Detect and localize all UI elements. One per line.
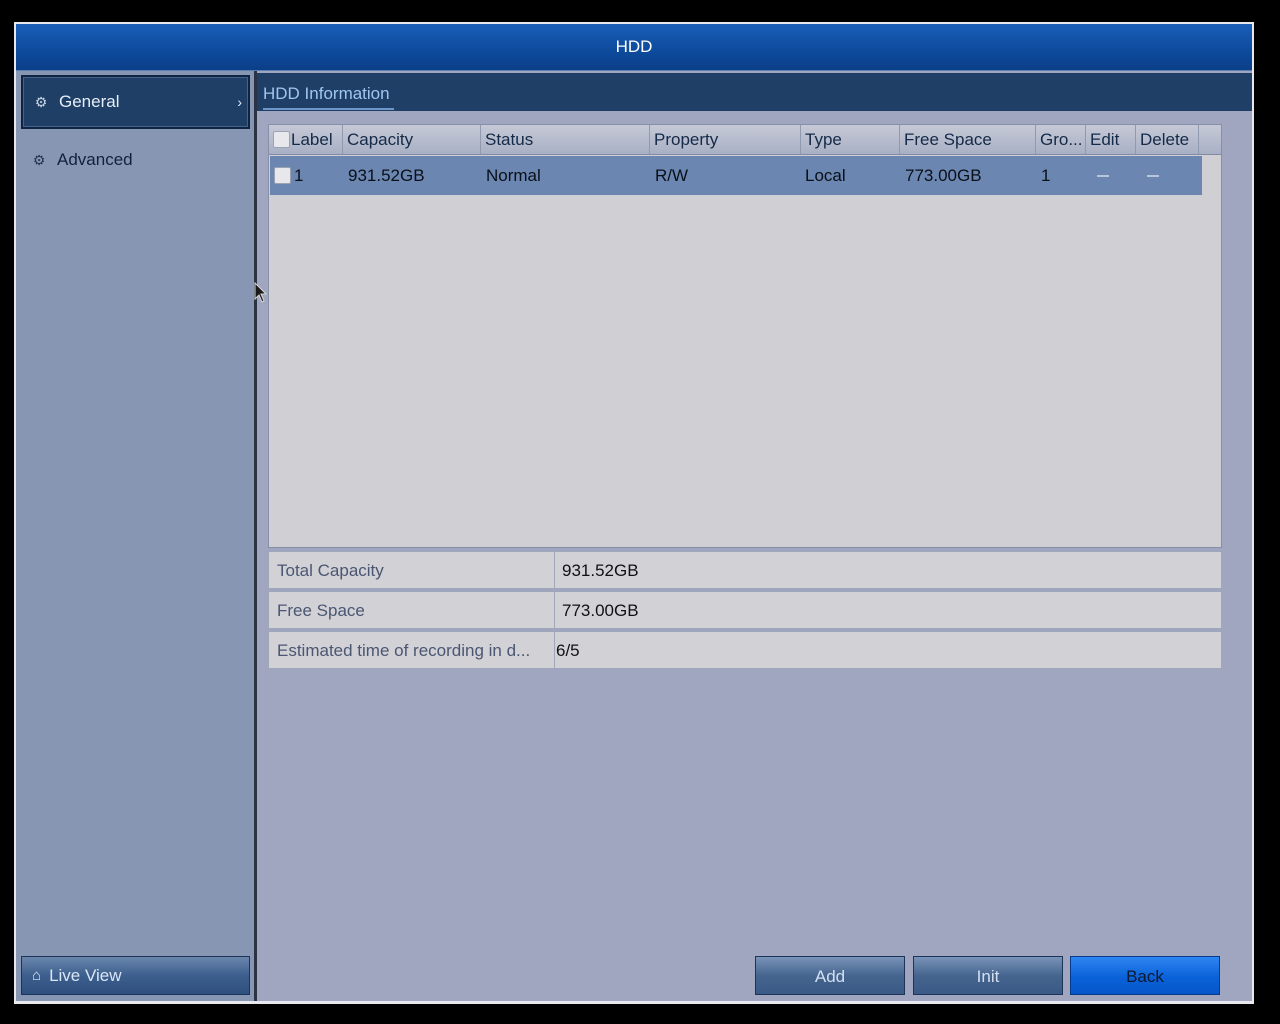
mouse-cursor-icon bbox=[254, 282, 268, 303]
estimated-time-row: Estimated time of recording in d... 6/5 bbox=[268, 631, 1222, 669]
column-label[interactable]: Label bbox=[269, 125, 343, 154]
cell-property: R/W bbox=[655, 166, 689, 185]
cell-label: 1 bbox=[294, 166, 304, 185]
init-button[interactable]: Init bbox=[913, 956, 1063, 995]
chevron-right-icon: › bbox=[237, 94, 242, 110]
estimated-time-value: 6/5 bbox=[554, 631, 1222, 669]
column-capacity[interactable]: Capacity bbox=[343, 125, 481, 154]
total-capacity-value: 931.52GB bbox=[554, 551, 1222, 589]
select-all-checkbox[interactable] bbox=[273, 131, 290, 148]
free-space-value: 773.00GB bbox=[554, 591, 1222, 629]
window-title: HDD bbox=[16, 24, 1252, 71]
back-button[interactable]: Back bbox=[1070, 956, 1220, 995]
free-space-row: Free Space 773.00GB bbox=[268, 591, 1222, 629]
cell-free-space: 773.00GB bbox=[905, 166, 982, 185]
total-capacity-label: Total Capacity bbox=[268, 551, 555, 589]
column-property[interactable]: Property bbox=[650, 125, 801, 154]
add-button[interactable]: Add bbox=[755, 956, 905, 995]
live-view-button[interactable]: ⌂ Live View bbox=[21, 956, 250, 995]
column-group[interactable]: Gro... bbox=[1036, 125, 1086, 154]
live-view-label: Live View bbox=[49, 965, 122, 985]
sidebar-item-advanced[interactable]: ⚙ Advanced bbox=[21, 133, 250, 187]
free-space-label: Free Space bbox=[268, 591, 555, 629]
tab-bar bbox=[257, 73, 1252, 111]
cell-type: Local bbox=[805, 166, 846, 185]
delete-icon[interactable] bbox=[1147, 175, 1159, 177]
gear-advanced-icon: ⚙ bbox=[32, 152, 46, 168]
table-header: Label Capacity Status Property Type Free… bbox=[269, 125, 1221, 155]
home-icon: ⌂ bbox=[32, 967, 42, 984]
row-checkbox[interactable] bbox=[274, 167, 291, 184]
hdd-table: Label Capacity Status Property Type Free… bbox=[268, 124, 1222, 548]
cell-status: Normal bbox=[486, 166, 541, 185]
column-edit[interactable]: Edit bbox=[1086, 125, 1136, 154]
gear-icon: ⚙ bbox=[34, 94, 48, 110]
sidebar: ⚙ General › ⚙ Advanced bbox=[16, 71, 254, 1001]
tab-hdd-information[interactable]: HDD Information bbox=[263, 82, 394, 110]
estimated-time-label: Estimated time of recording in d... bbox=[268, 631, 555, 669]
column-type[interactable]: Type bbox=[801, 125, 900, 154]
edit-icon[interactable] bbox=[1097, 175, 1109, 177]
sidebar-item-label: General bbox=[59, 92, 120, 111]
column-free-space[interactable]: Free Space bbox=[900, 125, 1036, 154]
cell-group: 1 bbox=[1041, 166, 1051, 185]
sidebar-item-label: Advanced bbox=[57, 150, 133, 169]
column-delete[interactable]: Delete bbox=[1136, 125, 1199, 154]
column-status[interactable]: Status bbox=[481, 125, 650, 154]
table-row[interactable]: 1 931.52GB Normal R/W Local 773.00GB 1 bbox=[270, 156, 1202, 195]
sidebar-item-general[interactable]: ⚙ General › bbox=[21, 75, 250, 129]
total-capacity-row: Total Capacity 931.52GB bbox=[268, 551, 1222, 589]
cell-capacity: 931.52GB bbox=[348, 166, 425, 185]
